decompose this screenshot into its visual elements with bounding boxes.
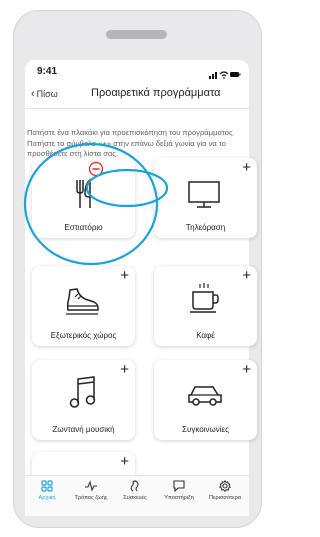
tile-label: Ζωντανή μουσική: [52, 425, 115, 434]
music-note-icon: [69, 376, 96, 408]
tile-label: Εξωτερικός χώρος: [50, 331, 117, 340]
tab-lifestyle[interactable]: Τρόπος ζωής: [69, 480, 113, 501]
tab-label: Αρχική: [38, 495, 56, 501]
add-button[interactable]: +: [242, 268, 251, 283]
status-time: 9:41: [37, 66, 58, 77]
page-title: Προαιρετικά προγράμματα: [91, 87, 221, 99]
tab-devices[interactable]: Συσκευές: [113, 480, 157, 501]
hearing-aid-icon: [130, 480, 139, 492]
coffee-cup-icon: [190, 283, 219, 313]
chevron-left-icon: ‹: [31, 88, 35, 100]
tab-label: Υποστήριξη: [164, 495, 194, 501]
tab-support[interactable]: Υποστήριξη: [157, 480, 201, 501]
add-button[interactable]: +: [120, 362, 129, 377]
gear-icon: [219, 480, 231, 492]
tile-outdoor[interactable]: + Εξωτερικός χώρος: [32, 266, 135, 346]
tile-tv[interactable]: + Τηλεόραση: [154, 158, 257, 238]
tab-bar: Αρχική Τρόπος ζωής Συσκευές Υποστήριξη Π…: [25, 475, 249, 516]
tab-label: Τρόπος ζωής: [74, 495, 108, 501]
tab-more[interactable]: Περισσότερα: [203, 480, 247, 501]
phone-speaker: [106, 30, 167, 39]
grid-icon: [41, 480, 53, 492]
nav-bar: ‹ Πίσω Προαιρετικά προγράμματα: [25, 82, 249, 109]
add-button[interactable]: +: [120, 268, 129, 283]
back-button[interactable]: ‹ Πίσω: [31, 88, 58, 100]
cutlery-icon: [76, 178, 91, 208]
add-button[interactable]: +: [242, 160, 251, 175]
tv-icon: [188, 181, 220, 208]
tile-label: Καφέ: [196, 331, 215, 340]
back-label: Πίσω: [36, 89, 58, 99]
instructions-text: Πατήστε ένα πλακάκι για προεπισκόπηση το…: [27, 128, 235, 158]
car-icon: [188, 386, 222, 406]
tab-label: Περισσότερα: [208, 495, 241, 501]
signal-wifi-battery-icon: [209, 71, 241, 79]
chat-icon: [173, 480, 185, 492]
shoe-icon: [66, 288, 99, 315]
remove-icon[interactable]: [88, 161, 104, 177]
tile-coffee[interactable]: + Καφέ: [154, 266, 257, 346]
tile-transport[interactable]: + Συγκοινωνίες: [154, 360, 257, 440]
add-button[interactable]: +: [120, 454, 129, 469]
add-button[interactable]: +: [242, 362, 251, 377]
tab-label: Συσκευές: [123, 495, 147, 501]
tile-restaurant[interactable]: Εστιατόριο: [32, 158, 135, 238]
tab-home[interactable]: Αρχική: [25, 480, 69, 501]
status-bar: 9:41: [25, 60, 249, 82]
tile-label: Εστιατόριο: [64, 223, 103, 232]
tile-label: Τηλεόραση: [185, 223, 226, 232]
tile-live-music[interactable]: + Ζωντανή μουσική: [32, 360, 135, 440]
activity-icon: [85, 480, 97, 492]
tile-label: Συγκοινωνίες: [182, 425, 229, 434]
